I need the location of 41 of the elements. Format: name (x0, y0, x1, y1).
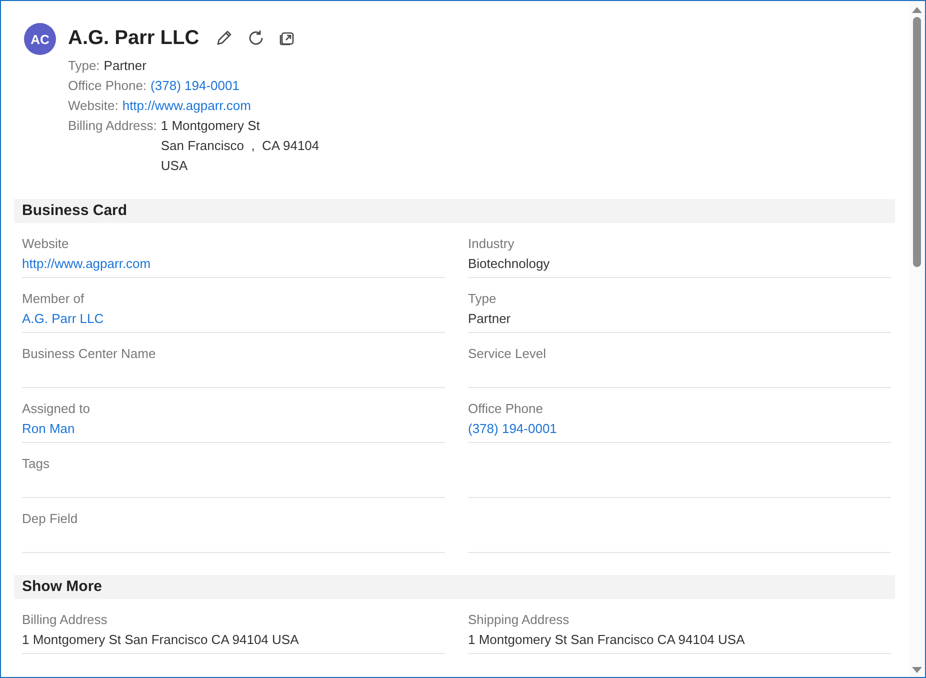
field-label: Dep Field (22, 510, 78, 527)
field-label: Member of (22, 290, 84, 307)
detail-value: San Francisco , CA 94104 (160, 137, 320, 155)
field-link[interactable]: A.G. Parr LLC (22, 310, 104, 327)
detail-value: Partner (104, 57, 146, 75)
field-label: Office Phone (468, 400, 543, 417)
field-label: Website (22, 235, 69, 252)
field-label: Business Center Name (22, 345, 156, 362)
field-label: Tags (22, 455, 50, 472)
avatar: AC (24, 23, 56, 55)
field-value: 1 Montgomery St San Francisco CA 94104 USA (22, 631, 299, 648)
field-link[interactable]: (378) 194-0001 (468, 420, 557, 437)
refresh-icon[interactable] (247, 29, 266, 47)
field-link[interactable]: Ron Man (22, 420, 75, 437)
scroll-down-icon[interactable] (912, 667, 922, 673)
section-header: Business Card (14, 199, 895, 223)
detail-value: USA (160, 157, 189, 175)
detail-value: 1 Montgomery St (160, 117, 261, 135)
field-link[interactable]: http://www.agparr.com (22, 255, 151, 272)
scroll-up-icon[interactable] (912, 7, 922, 13)
scrollbar[interactable] (909, 1, 925, 677)
section-header: Show More (14, 575, 895, 599)
field-value: 1 Montgomery St San Francisco CA 94104 USA (468, 631, 745, 648)
field-value: Biotechnology (468, 255, 550, 272)
field-label: Type (468, 290, 496, 307)
detail-label: Type: (68, 57, 100, 75)
field-label: Billing Address (22, 611, 108, 628)
field-label: Industry (468, 235, 514, 252)
edit-icon[interactable] (215, 29, 234, 47)
record-title: A.G. Parr LLC (68, 26, 200, 50)
detail-link[interactable]: http://www.agparr.com (122, 96, 251, 116)
open-window-icon[interactable] (279, 30, 296, 46)
detail-label: Website: (68, 97, 118, 115)
detail-label: Billing Address: (68, 117, 157, 135)
detail-label: Office Phone: (68, 77, 147, 95)
scrollbar-thumb[interactable] (913, 17, 921, 267)
field-label: Shipping Address (468, 611, 570, 628)
field-label: Service Level (468, 345, 546, 362)
field-value: Partner (468, 310, 511, 327)
detail-link[interactable]: (378) 194-0001 (150, 76, 240, 96)
field-label: Assigned to (22, 400, 90, 417)
